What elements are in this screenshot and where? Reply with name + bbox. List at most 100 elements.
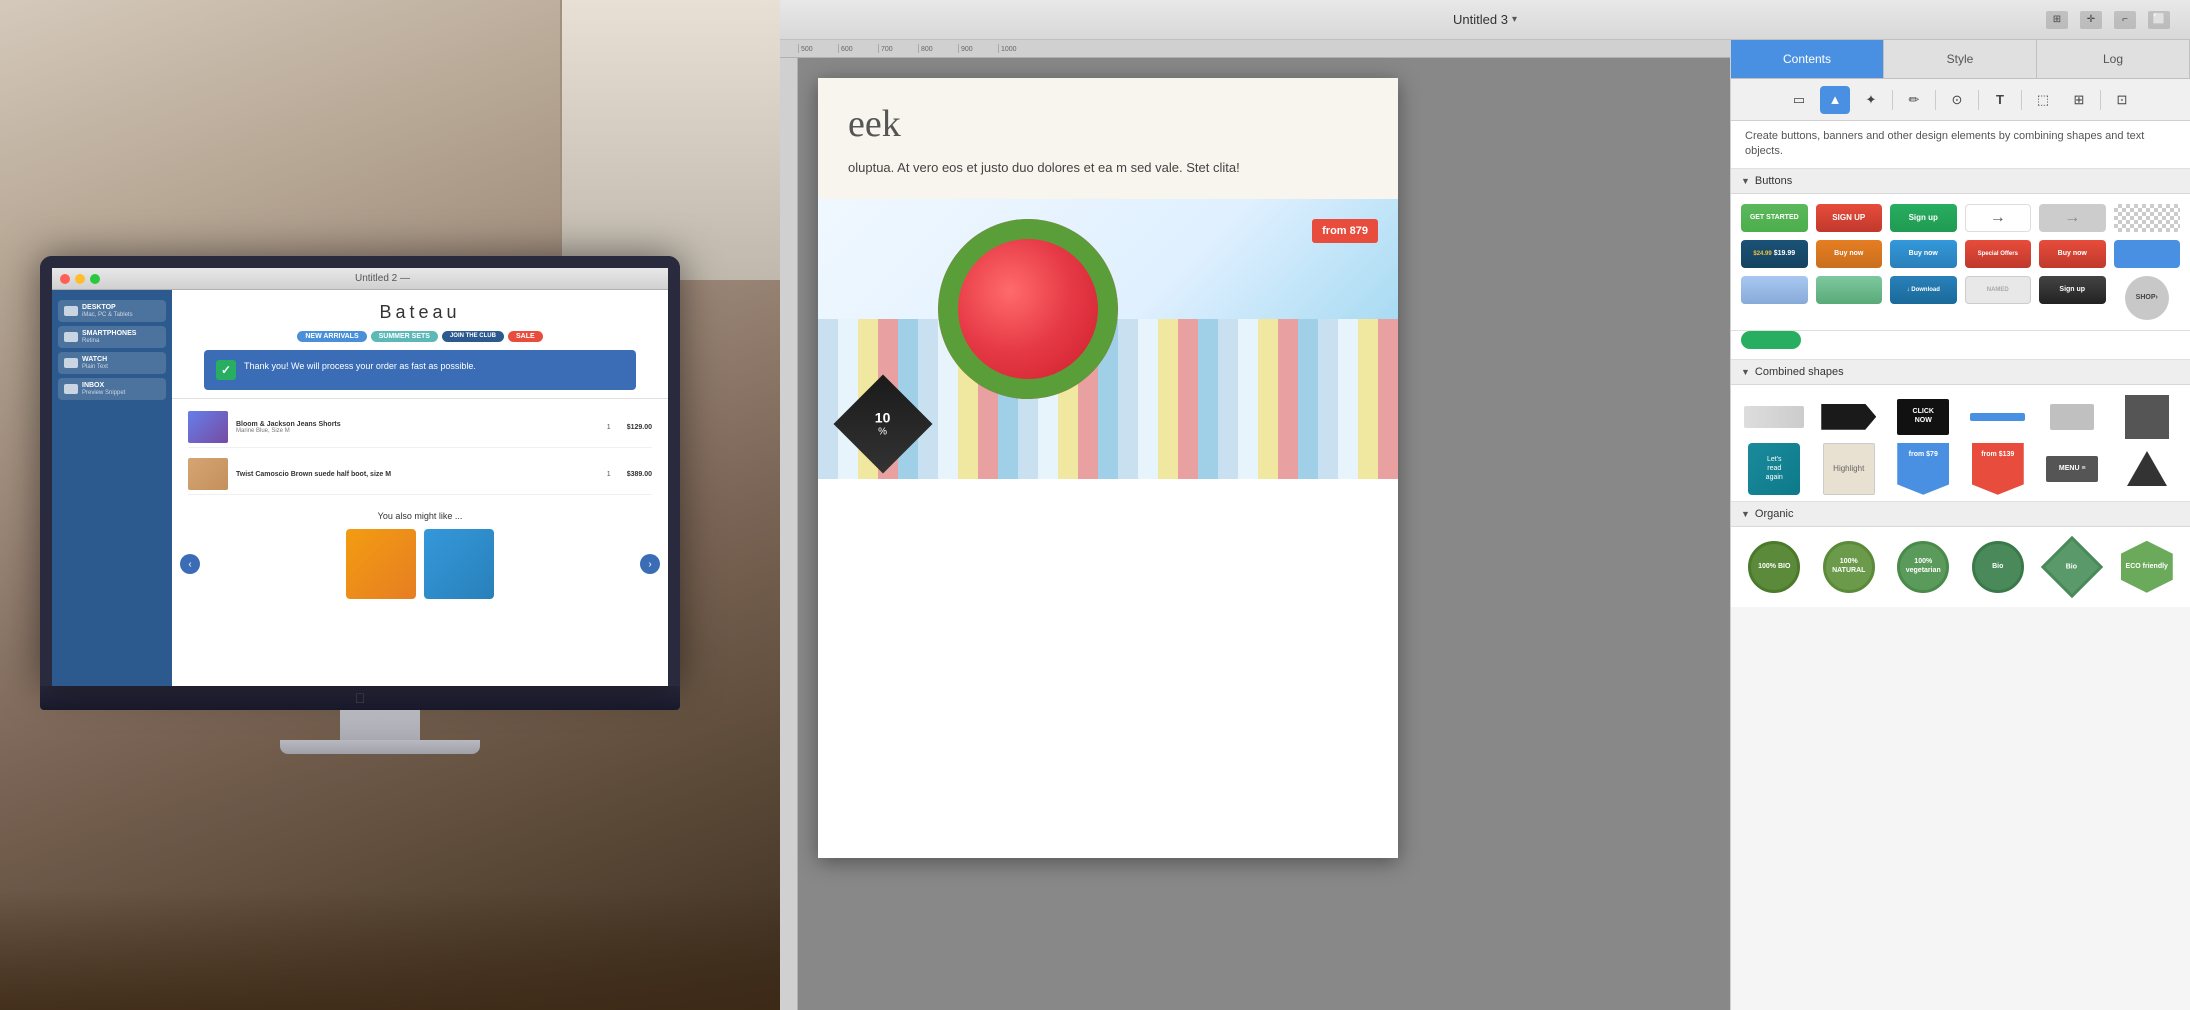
tool-separator-5 xyxy=(2100,90,2101,110)
minimize-button[interactable] xyxy=(75,274,85,284)
nav-sale[interactable]: SALE xyxy=(508,331,543,342)
btn-named[interactable]: NAMED xyxy=(1965,276,2032,304)
badge-100bio[interactable]: 100% BIO xyxy=(1741,537,1808,597)
item-name-2: Twist Camoscio Brown suede half boot, si… xyxy=(236,471,591,478)
tool-image[interactable]: ⊡ xyxy=(2107,86,2137,114)
combined-arrow-icon: ▼ xyxy=(1741,367,1750,377)
also-like-prev-arrow[interactable]: ‹ xyxy=(180,554,200,574)
shape-from139[interactable]: from $139 xyxy=(1965,447,2032,491)
tool-pen[interactable]: ✏ xyxy=(1899,86,1929,114)
like-item-1[interactable] xyxy=(346,529,416,599)
badge-100veg[interactable]: 100% vegetarian xyxy=(1890,537,1957,597)
btn-price-tag[interactable]: $24.99 $19.99 xyxy=(1741,240,1808,268)
sidebar-item-watch[interactable]: WATCH Plain Text xyxy=(58,352,166,374)
btn-sign-up-dark[interactable]: Sign up xyxy=(2039,276,2106,304)
sidebar-item-smartphones[interactable]: SMARTPHONES Retina xyxy=(58,326,166,348)
shape-tag[interactable] xyxy=(1741,395,1808,439)
btn-sign-up-red[interactable]: SIGN UP xyxy=(1816,204,1883,232)
btn-light-blue[interactable] xyxy=(1741,276,1808,304)
move-icon[interactable]: ✛ xyxy=(2080,11,2102,29)
app-main: Bateau NEW ARRIVALS SUMMER SETS JOIN THE… xyxy=(172,290,668,686)
window-icon[interactable]: ⬜ xyxy=(2148,11,2170,29)
badge-eco[interactable]: ECO friendly xyxy=(2114,537,2181,597)
email-brand: Bateau xyxy=(188,302,652,323)
canvas-content[interactable]: eek oluptua. At vero eos et justo duo do… xyxy=(798,58,1730,1010)
tab-style[interactable]: Style xyxy=(1884,40,2037,78)
tool-triangle[interactable]: ▲ xyxy=(1820,86,1850,114)
shape-click-now[interactable]: CLICKNOW xyxy=(1890,395,1957,439)
button-grid: GET STARTED SIGN UP Sign up → → xyxy=(1731,194,2190,331)
combined-section-title: Combined shapes xyxy=(1755,366,1844,378)
shape-read-again[interactable]: Let'sreadagain xyxy=(1741,447,1808,491)
badge-100natural[interactable]: 100% NATURAL xyxy=(1816,537,1883,597)
tool-camera[interactable]: ⊙ xyxy=(1942,86,1972,114)
tool-grid[interactable]: ⊞ xyxy=(2064,86,2094,114)
tool-separator-3 xyxy=(1978,90,1979,110)
tool-square[interactable]: ▭ xyxy=(1784,86,1814,114)
like-item-2[interactable] xyxy=(424,529,494,599)
canvas-body-text: oluptua. At vero eos et justo duo dolore… xyxy=(848,158,1368,179)
price-badge-canvas: from 879 xyxy=(1312,219,1378,243)
shape-triangle-item[interactable] xyxy=(2114,447,2181,491)
btn-buynow-orange[interactable]: Buy now xyxy=(1816,240,1883,268)
click-now-shape-item: CLICKNOW xyxy=(1897,399,1949,435)
item-name-1: Bloom & Jackson Jeans Shorts xyxy=(236,421,591,428)
section-header-combined[interactable]: ▼ Combined shapes xyxy=(1731,360,2190,385)
btn-arrow-circle-2[interactable]: → xyxy=(2039,204,2106,232)
shape-menu[interactable]: MENU ≡ xyxy=(2039,447,2106,491)
btn-plain-blue[interactable] xyxy=(2114,240,2181,268)
shape-highlight[interactable]: Highlight xyxy=(1816,447,1883,491)
crop-icon[interactable]: ⌐ xyxy=(2114,11,2136,29)
left-panel: Untitled 2 — DESKTOP iMac, PC & Tablets xyxy=(0,0,780,1010)
highlight-shape-item: Highlight xyxy=(1823,443,1875,495)
btn-download[interactable]: ↓ Download xyxy=(1890,276,1957,304)
tab-log[interactable]: Log xyxy=(2037,40,2190,78)
btn-buynow-red[interactable]: Buy now xyxy=(2039,240,2106,268)
shape-dark-square[interactable] xyxy=(2114,395,2181,439)
sidebar-inbox-sub: Preview Snippet xyxy=(82,390,125,396)
nav-new-arrivals[interactable]: NEW ARRIVALS xyxy=(297,331,366,342)
tool-text[interactable]: T xyxy=(1985,86,2015,114)
order-items: Bloom & Jackson Jeans Shorts Marine Blue… xyxy=(172,399,668,503)
section-header-organic[interactable]: ▼ Organic xyxy=(1731,502,2190,527)
btn-shop[interactable]: SHOP› xyxy=(2125,276,2169,320)
btn-sign-up-green[interactable]: Sign up xyxy=(1890,204,1957,232)
arrange-icon[interactable]: ⊞ xyxy=(2046,11,2068,29)
tab-contents[interactable]: Contents xyxy=(1731,40,1884,78)
imac-container: Untitled 2 — DESKTOP iMac, PC & Tablets xyxy=(40,256,720,754)
also-like-next-arrow[interactable]: › xyxy=(640,554,660,574)
maximize-button[interactable] xyxy=(90,274,100,284)
nav-join-club[interactable]: JOIN THE CLUB xyxy=(442,331,504,342)
close-button[interactable] xyxy=(60,274,70,284)
badge-bio[interactable]: Bio xyxy=(1965,537,2032,597)
badge-100natural-circle: 100% NATURAL xyxy=(1823,541,1875,593)
tool-selection[interactable]: ⬚ xyxy=(2028,86,2058,114)
shape-from79[interactable]: from $79 xyxy=(1890,447,1957,491)
also-like-title: You also might like ... xyxy=(188,511,652,521)
btn-special-offers[interactable]: Special Offers xyxy=(1965,240,2032,268)
btn-checkers[interactable] xyxy=(2114,204,2181,232)
email-thank-you-box: Thank you! We will process your order as… xyxy=(204,350,636,390)
from139-shape-item: from $139 xyxy=(1972,443,2024,495)
sidebar-scroll[interactable]: ▼ Buttons GET STARTED SIGN UP Sign up xyxy=(1731,169,2190,1010)
section-header-buttons[interactable]: ▼ Buttons xyxy=(1731,169,2190,194)
shape-arrow[interactable] xyxy=(1816,395,1883,439)
btn-green-small[interactable] xyxy=(1741,331,1801,349)
also-like-items: ‹ › xyxy=(188,529,652,599)
shape-blue-bar[interactable] xyxy=(1965,395,2032,439)
thank-you-text: Thank you! We will process your order as… xyxy=(244,360,476,373)
btn-arrow-circle-1[interactable]: → xyxy=(1965,204,2032,232)
shape-gray-box[interactable] xyxy=(2039,395,2106,439)
badge-bio-diamond[interactable]: Bio xyxy=(2039,537,2106,597)
ruler-mark-600: 600 xyxy=(838,44,878,53)
ruler-mark-1000: 1000 xyxy=(998,44,1038,53)
canvas-logo-text: eek xyxy=(848,102,1368,146)
btn-light-green[interactable] xyxy=(1816,276,1883,304)
sidebar-item-desktop[interactable]: DESKTOP iMac, PC & Tablets xyxy=(58,300,166,322)
btn-buynow-blue[interactable]: Buy now xyxy=(1890,240,1957,268)
tool-star[interactable]: ✦ xyxy=(1856,86,1886,114)
nav-summer-sets[interactable]: SUMMER SETS xyxy=(371,331,438,342)
btn-get-started[interactable]: GET STARTED xyxy=(1741,204,1808,232)
sidebar-item-inbox[interactable]: INBOX Preview Snippet xyxy=(58,378,166,400)
title-dropdown-icon[interactable]: ▾ xyxy=(1512,14,1517,25)
